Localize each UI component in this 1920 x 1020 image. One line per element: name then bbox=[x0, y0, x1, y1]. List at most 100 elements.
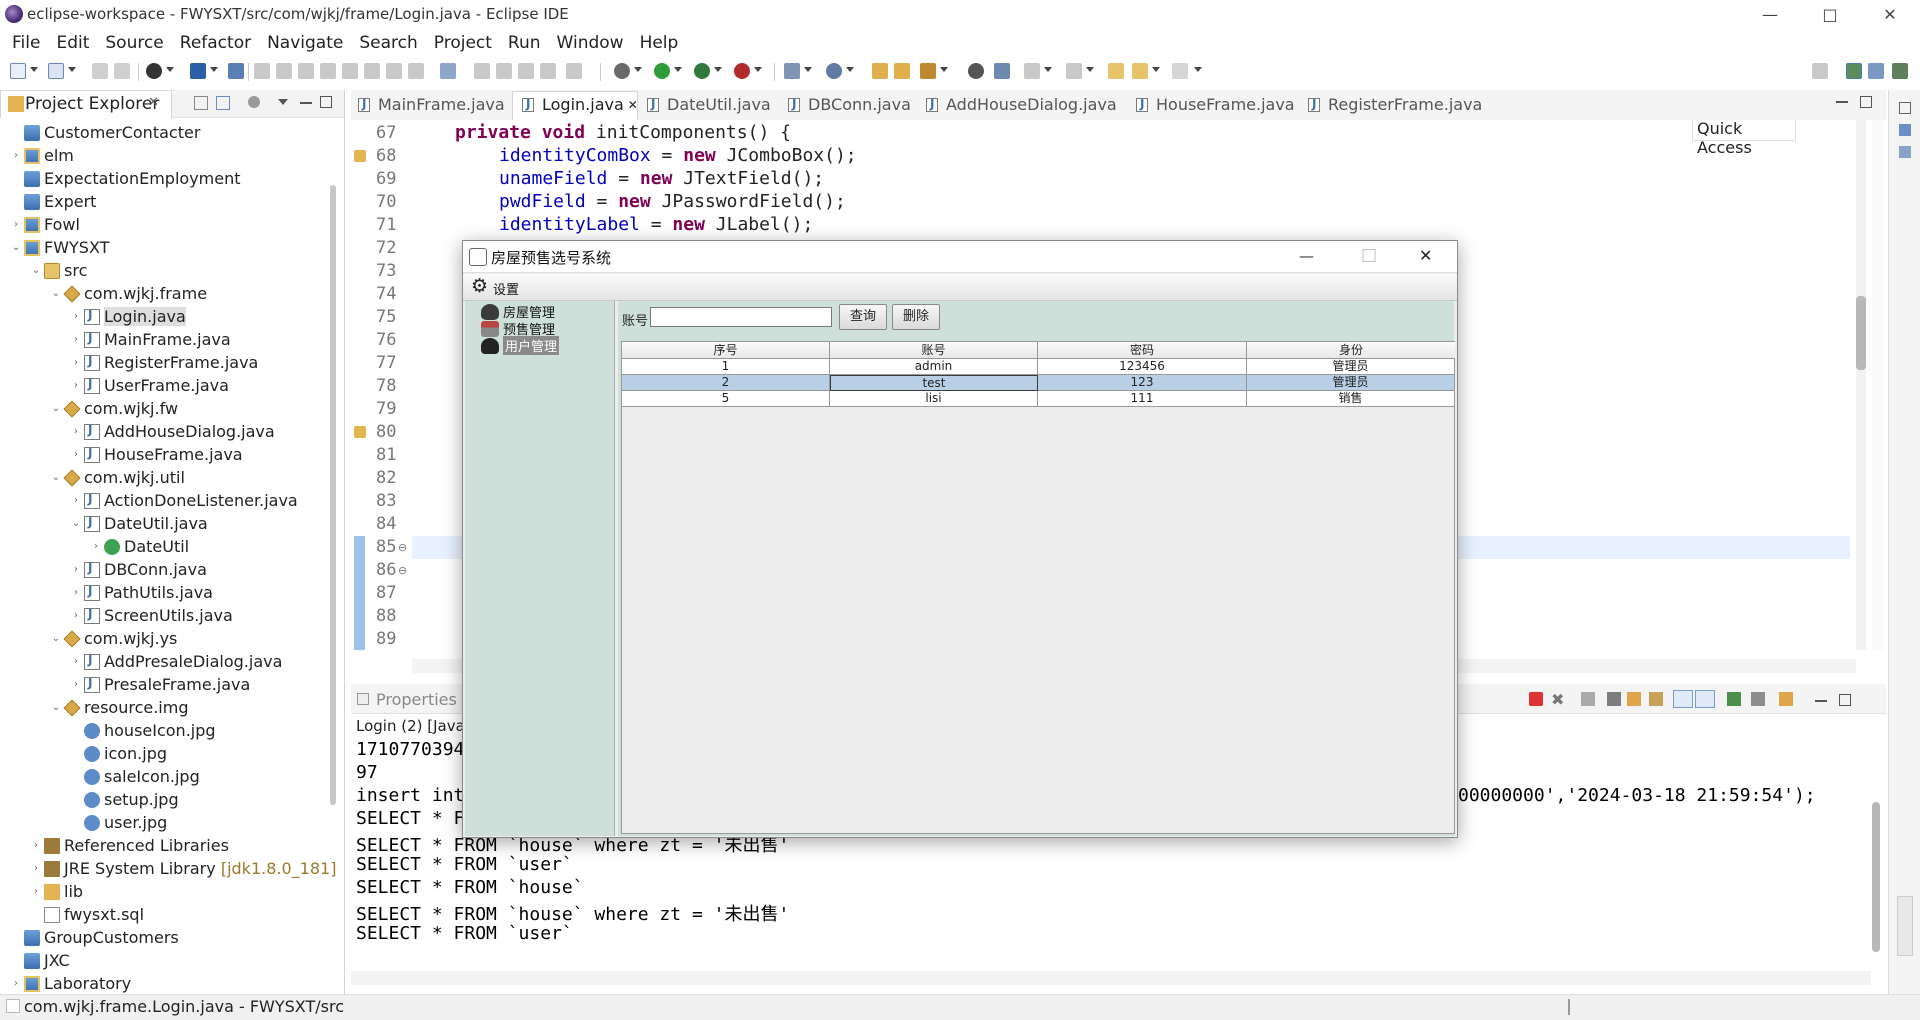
maximize-button[interactable]: □ bbox=[1800, 0, 1860, 29]
expand-icon[interactable]: › bbox=[70, 587, 82, 598]
collapse-icon[interactable]: ⌄ bbox=[50, 472, 62, 483]
expand-icon[interactable]: › bbox=[70, 495, 82, 506]
menu-source[interactable]: Source bbox=[97, 33, 171, 53]
col-header-account[interactable]: 账号 bbox=[830, 342, 1038, 359]
tree-item-user-jpg[interactable]: user.jpg bbox=[70, 811, 167, 834]
expand-icon[interactable]: › bbox=[70, 357, 82, 368]
trim-scroll-icon[interactable] bbox=[1897, 896, 1913, 956]
show-on-stdout-icon[interactable] bbox=[1673, 690, 1693, 708]
maximize-view-icon[interactable] bbox=[320, 96, 332, 108]
tree-item-dateutil-java[interactable]: ⌄DateUtil.java bbox=[70, 512, 208, 535]
expand-icon[interactable]: › bbox=[10, 219, 22, 230]
annotation-icon[interactable] bbox=[968, 63, 984, 79]
terminate-icon[interactable] bbox=[1529, 692, 1543, 706]
word-wrap-icon[interactable] bbox=[1649, 692, 1663, 706]
tree-item-expert[interactable]: Expert bbox=[10, 190, 96, 213]
tree-item-screenutils-java[interactable]: ›ScreenUtils.java bbox=[70, 604, 233, 627]
console-horizontal-scrollbar[interactable] bbox=[351, 971, 1871, 985]
tree-item-lib[interactable]: › lib bbox=[30, 880, 83, 903]
restore-icon[interactable] bbox=[1899, 102, 1911, 114]
expand-icon[interactable]: › bbox=[90, 541, 102, 552]
tree-item-houseicon-jpg[interactable]: houseIcon.jpg bbox=[70, 719, 216, 742]
tree-item-package-ys[interactable]: ⌄ com.wjkj.ys bbox=[50, 627, 178, 650]
collapse-icon[interactable]: ⌄ bbox=[50, 288, 62, 299]
tree-item-setup-jpg[interactable]: setup.jpg bbox=[70, 788, 179, 811]
run-dropdown-icon[interactable] bbox=[674, 67, 682, 72]
last-edit-icon[interactable] bbox=[1066, 63, 1082, 79]
toggle-mark-occurrences-icon[interactable] bbox=[474, 63, 490, 79]
tree-item-actiondonelistener-java[interactable]: ›ActionDoneListener.java bbox=[70, 489, 298, 512]
tree-item-jxc[interactable]: JXC bbox=[10, 949, 70, 972]
dialog-close-button[interactable]: ✕ bbox=[1419, 246, 1432, 265]
collapse-icon[interactable]: ⌄ bbox=[50, 702, 62, 713]
resume-icon[interactable] bbox=[254, 63, 270, 79]
back-icon[interactable] bbox=[1108, 63, 1124, 79]
properties-tab[interactable]: Properties bbox=[376, 690, 457, 709]
collapse-icon[interactable]: ⌄ bbox=[50, 633, 62, 644]
tree-item-customercontacter[interactable]: CustomerContacter bbox=[10, 121, 200, 144]
editor-vertical-scrollbar[interactable] bbox=[1856, 120, 1866, 650]
tree-item-package-fw[interactable]: ⌄ com.wjkj.fw bbox=[50, 397, 178, 420]
collapse-all-icon[interactable] bbox=[194, 96, 208, 110]
tree-item-mainframe-java[interactable]: ›MainFrame.java bbox=[70, 328, 231, 351]
nav-presale-management[interactable]: 预售管理 bbox=[481, 320, 555, 338]
coverage-icon[interactable] bbox=[694, 63, 710, 79]
close-button[interactable]: ✕ bbox=[1860, 0, 1920, 29]
last-edit-dropdown-icon[interactable] bbox=[1086, 67, 1094, 72]
new-java-project-dropdown-icon[interactable] bbox=[804, 67, 812, 72]
pin-console-icon[interactable] bbox=[1727, 692, 1741, 706]
tree-item-package-util[interactable]: ⌄ com.wjkj.util bbox=[50, 466, 185, 489]
tree-item-addpresaledialog-java[interactable]: ›AddPresaleDialog.java bbox=[70, 650, 282, 673]
debug-perspective-icon[interactable] bbox=[146, 63, 162, 79]
dialog-maximize-button[interactable]: □ bbox=[1361, 245, 1377, 265]
tree-item-fowl[interactable]: › Fowl bbox=[10, 213, 80, 236]
open-type-dropdown-icon[interactable] bbox=[68, 67, 76, 72]
console-dropdown-icon[interactable] bbox=[210, 67, 218, 72]
dialog-minimize-button[interactable]: — bbox=[1299, 247, 1314, 265]
display-selected-console-icon[interactable] bbox=[1751, 692, 1765, 706]
tree-item-laboratory[interactable]: › Laboratory bbox=[10, 972, 131, 995]
remove-all-launches-icon[interactable] bbox=[1581, 692, 1595, 706]
coverage-dropdown-icon[interactable] bbox=[714, 67, 722, 72]
search-icon[interactable] bbox=[920, 63, 936, 79]
settings-menu[interactable]: 设置 bbox=[493, 279, 519, 298]
external-tools-dropdown-icon[interactable] bbox=[754, 67, 762, 72]
nav-house-management[interactable]: 房屋管理 bbox=[481, 303, 555, 321]
step-return-icon[interactable] bbox=[386, 63, 402, 79]
expand-icon[interactable]: › bbox=[70, 311, 82, 322]
tree-item-presaleframe-java[interactable]: ›PresaleFrame.java bbox=[70, 673, 250, 696]
tree-item-userframe-java[interactable]: ›UserFrame.java bbox=[70, 374, 229, 397]
tree-item-dbconn-java[interactable]: ›DBConn.java bbox=[70, 558, 207, 581]
menu-file[interactable]: File bbox=[4, 33, 48, 53]
external-tools-icon[interactable] bbox=[734, 63, 750, 79]
disconnect-icon[interactable] bbox=[320, 63, 336, 79]
debug-perspective-switch-icon[interactable] bbox=[1892, 63, 1908, 79]
back-arrow-icon[interactable] bbox=[1132, 63, 1148, 79]
new-dropdown-icon[interactable] bbox=[30, 67, 38, 72]
debug-icon[interactable] bbox=[614, 63, 630, 79]
tab-login-java[interactable]: Login.java✕ bbox=[520, 95, 638, 114]
menu-project[interactable]: Project bbox=[426, 33, 500, 53]
tree-item-addhousedialog-java[interactable]: ›AddHouseDialog.java bbox=[70, 420, 275, 443]
new-class-icon[interactable] bbox=[826, 63, 842, 79]
expand-icon[interactable]: › bbox=[70, 380, 82, 391]
minimize-view-icon[interactable] bbox=[300, 102, 312, 104]
tree-item-resource-img[interactable]: ⌄ resource.img bbox=[50, 696, 189, 719]
back-dropdown-icon[interactable] bbox=[1152, 67, 1160, 72]
delete-button[interactable]: 删除 bbox=[892, 304, 940, 330]
open-perspective-icon[interactable] bbox=[1812, 63, 1828, 79]
save-icon[interactable] bbox=[92, 63, 108, 79]
scroll-lock-icon[interactable] bbox=[1627, 692, 1641, 706]
show-on-stderr-icon[interactable] bbox=[1695, 690, 1715, 708]
tree-item-elm[interactable]: › elm bbox=[10, 144, 74, 167]
forward-dropdown-icon[interactable] bbox=[1194, 67, 1202, 72]
expand-icon[interactable]: › bbox=[70, 656, 82, 667]
expand-icon[interactable]: › bbox=[70, 449, 82, 460]
tree-item-groupcustomers[interactable]: GroupCustomers bbox=[10, 926, 179, 949]
maximize-console-icon[interactable] bbox=[1839, 694, 1851, 706]
tab-registerframe-java[interactable]: RegisterFrame.java bbox=[1306, 95, 1482, 114]
tree-item-saleicon-jpg[interactable]: saleIcon.jpg bbox=[70, 765, 200, 788]
tree-item-houseframe-java[interactable]: ›HouseFrame.java bbox=[70, 443, 243, 466]
col-header-role[interactable]: 身份 bbox=[1247, 342, 1455, 359]
query-button[interactable]: 查询 bbox=[839, 304, 887, 330]
